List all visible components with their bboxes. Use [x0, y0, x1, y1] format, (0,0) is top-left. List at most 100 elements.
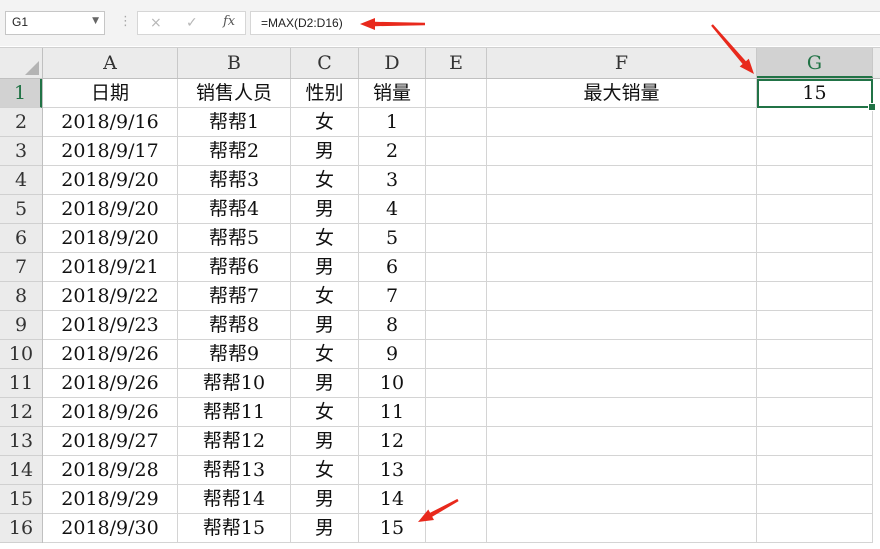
cell-d14[interactable]: 13	[359, 456, 426, 485]
cell-e8[interactable]	[426, 282, 487, 311]
cell-b4[interactable]: 帮帮3	[178, 166, 291, 195]
cell-g6[interactable]	[757, 224, 873, 253]
cell-c7[interactable]: 男	[291, 253, 359, 282]
cell-a5[interactable]: 2018/9/20	[43, 195, 178, 224]
cell-g4[interactable]	[757, 166, 873, 195]
cell-e10[interactable]	[426, 340, 487, 369]
cell-b3[interactable]: 帮帮2	[178, 137, 291, 166]
cell-d8[interactable]: 7	[359, 282, 426, 311]
cell-f2[interactable]	[487, 108, 757, 137]
column-header-a[interactable]: A	[43, 48, 178, 78]
cell-e6[interactable]	[426, 224, 487, 253]
cell-g1[interactable]: 15	[757, 79, 873, 108]
cell-e14[interactable]	[426, 456, 487, 485]
column-header-e[interactable]: E	[426, 48, 487, 78]
cell-a12[interactable]: 2018/9/26	[43, 398, 178, 427]
cell-b16[interactable]: 帮帮15	[178, 514, 291, 543]
formula-input[interactable]: =MAX(D2:D16)	[250, 11, 880, 35]
cell-c3[interactable]: 男	[291, 137, 359, 166]
cell-e4[interactable]	[426, 166, 487, 195]
cell-d2[interactable]: 1	[359, 108, 426, 137]
cell-g9[interactable]	[757, 311, 873, 340]
cell-a15[interactable]: 2018/9/29	[43, 485, 178, 514]
cell-f10[interactable]	[487, 340, 757, 369]
cell-g5[interactable]	[757, 195, 873, 224]
cell-c13[interactable]: 男	[291, 427, 359, 456]
cell-g12[interactable]	[757, 398, 873, 427]
cell-b12[interactable]: 帮帮11	[178, 398, 291, 427]
cell-d13[interactable]: 12	[359, 427, 426, 456]
cell-c8[interactable]: 女	[291, 282, 359, 311]
cell-e11[interactable]	[426, 369, 487, 398]
column-header-g[interactable]: G	[757, 48, 873, 78]
cell-c5[interactable]: 男	[291, 195, 359, 224]
cell-b5[interactable]: 帮帮4	[178, 195, 291, 224]
cell-b8[interactable]: 帮帮7	[178, 282, 291, 311]
cell-a2[interactable]: 2018/9/16	[43, 108, 178, 137]
column-header-f[interactable]: F	[487, 48, 757, 78]
cell-g7[interactable]	[757, 253, 873, 282]
cell-b2[interactable]: 帮帮1	[178, 108, 291, 137]
cell-f14[interactable]	[487, 456, 757, 485]
cell-c16[interactable]: 男	[291, 514, 359, 543]
cell-a13[interactable]: 2018/9/27	[43, 427, 178, 456]
cell-c1[interactable]: 性别	[291, 79, 359, 108]
cell-f12[interactable]	[487, 398, 757, 427]
cell-e15[interactable]	[426, 485, 487, 514]
cell-f4[interactable]	[487, 166, 757, 195]
insert-function-button[interactable]: fx	[223, 14, 235, 29]
cell-d16[interactable]: 15	[359, 514, 426, 543]
cell-e16[interactable]	[426, 514, 487, 543]
column-header-d[interactable]: D	[359, 48, 426, 78]
cell-e12[interactable]	[426, 398, 487, 427]
cell-d12[interactable]: 11	[359, 398, 426, 427]
cell-b11[interactable]: 帮帮10	[178, 369, 291, 398]
cell-f9[interactable]	[487, 311, 757, 340]
cell-f7[interactable]	[487, 253, 757, 282]
cell-b7[interactable]: 帮帮6	[178, 253, 291, 282]
cell-a3[interactable]: 2018/9/17	[43, 137, 178, 166]
cell-a4[interactable]: 2018/9/20	[43, 166, 178, 195]
cell-a8[interactable]: 2018/9/22	[43, 282, 178, 311]
cell-g2[interactable]	[757, 108, 873, 137]
cell-c15[interactable]: 男	[291, 485, 359, 514]
cell-d15[interactable]: 14	[359, 485, 426, 514]
cell-d11[interactable]: 10	[359, 369, 426, 398]
cell-b15[interactable]: 帮帮14	[178, 485, 291, 514]
cell-c6[interactable]: 女	[291, 224, 359, 253]
cell-d9[interactable]: 8	[359, 311, 426, 340]
cell-d7[interactable]: 6	[359, 253, 426, 282]
cell-g13[interactable]	[757, 427, 873, 456]
cell-a9[interactable]: 2018/9/23	[43, 311, 178, 340]
cell-f3[interactable]	[487, 137, 757, 166]
cell-d6[interactable]: 5	[359, 224, 426, 253]
cell-e13[interactable]	[426, 427, 487, 456]
cell-e3[interactable]	[426, 137, 487, 166]
enter-icon[interactable]: ✓	[186, 15, 198, 31]
column-header-b[interactable]: B	[178, 48, 291, 78]
cell-f1[interactable]: 最大销量	[487, 79, 757, 108]
cell-b6[interactable]: 帮帮5	[178, 224, 291, 253]
cell-c10[interactable]: 女	[291, 340, 359, 369]
cell-a16[interactable]: 2018/9/30	[43, 514, 178, 543]
cell-c11[interactable]: 男	[291, 369, 359, 398]
cell-f13[interactable]	[487, 427, 757, 456]
cell-g15[interactable]	[757, 485, 873, 514]
cell-d10[interactable]: 9	[359, 340, 426, 369]
chevron-down-icon[interactable]: ▼	[92, 16, 99, 26]
column-header-c[interactable]: C	[291, 48, 359, 78]
cell-f16[interactable]	[487, 514, 757, 543]
cell-g3[interactable]	[757, 137, 873, 166]
cell-c2[interactable]: 女	[291, 108, 359, 137]
fill-handle[interactable]	[868, 103, 876, 111]
cell-b9[interactable]: 帮帮8	[178, 311, 291, 340]
cell-g8[interactable]	[757, 282, 873, 311]
cell-f11[interactable]	[487, 369, 757, 398]
cell-f15[interactable]	[487, 485, 757, 514]
cell-f8[interactable]	[487, 282, 757, 311]
cell-d4[interactable]: 3	[359, 166, 426, 195]
cell-e1[interactable]	[426, 79, 487, 108]
cancel-icon[interactable]: ×	[150, 15, 162, 31]
select-all-button[interactable]	[0, 48, 43, 78]
cell-d3[interactable]: 2	[359, 137, 426, 166]
